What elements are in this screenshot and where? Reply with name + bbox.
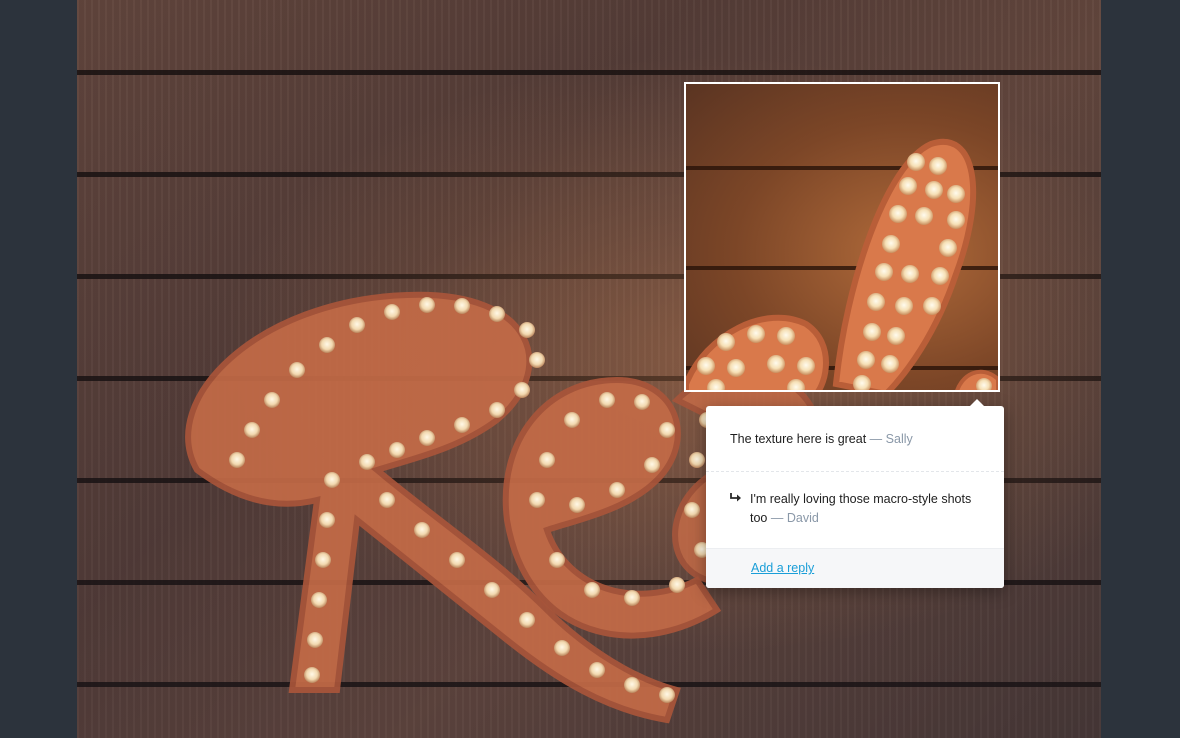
popover-arrow [969,399,985,407]
comment-author: Sally [885,432,913,446]
popover-footer: Add a reply [706,548,1004,588]
comment-popover: The texture here is great — Sally I'm re… [706,399,1004,588]
crop-sign-detail [686,139,998,390]
author-separator: — [770,511,784,525]
add-reply-link[interactable]: Add a reply [751,561,814,575]
author-separator: — [869,432,883,446]
comment-text: The texture here is great [730,432,867,446]
comment-item: The texture here is great — Sally [706,406,1004,472]
crop-selection-box[interactable] [684,82,1000,392]
reply-author: David [786,511,819,525]
reply-arrow-icon [730,490,750,528]
photo-canvas[interactable] [77,0,1101,738]
reply-item: I'm really loving those macro-style shot… [706,472,1004,548]
